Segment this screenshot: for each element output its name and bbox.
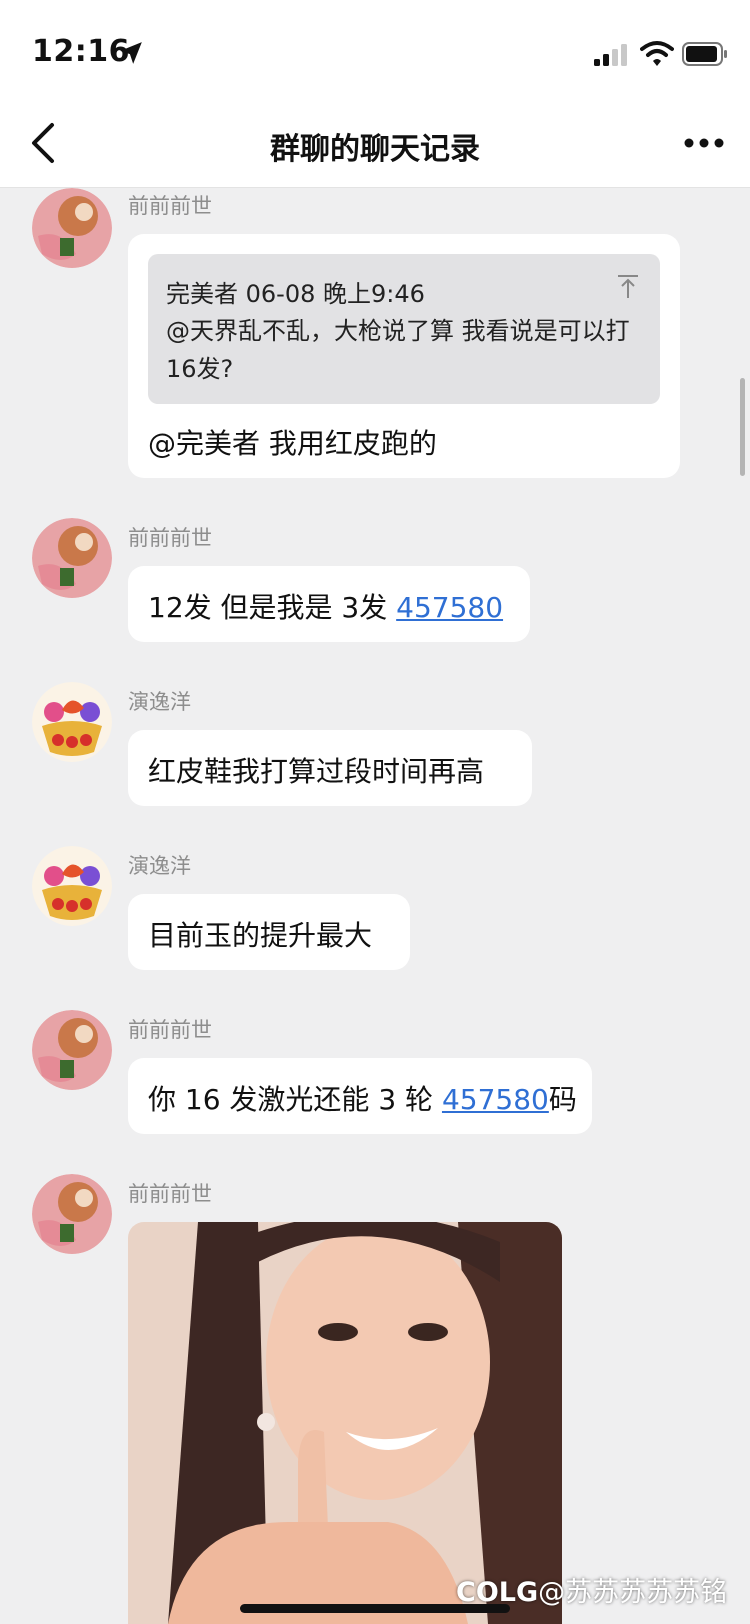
- message-text: 目前玉的提升最大: [148, 919, 373, 952]
- message-text: 你 16 发激光还能 3 轮: [148, 1083, 442, 1116]
- status-time: 12:16: [32, 34, 130, 69]
- sender-name: 前前前世: [128, 1018, 212, 1042]
- message-bubble[interactable]: 完美者 06-08 晚上9:46 @天界乱不乱，大枪说了算 我看说是可以打16发…: [128, 234, 680, 478]
- avatar[interactable]: [32, 1174, 112, 1254]
- location-arrow-icon: [120, 42, 142, 64]
- status-bar: 12:16: [0, 0, 750, 100]
- message-bubble[interactable]: 目前玉的提升最大: [128, 894, 410, 970]
- quoted-message[interactable]: 完美者 06-08 晚上9:46 @天界乱不乱，大枪说了算 我看说是可以打16发…: [148, 254, 660, 404]
- message-suffix: 码: [548, 1083, 577, 1116]
- avatar[interactable]: [32, 846, 112, 926]
- avatar[interactable]: [32, 518, 112, 598]
- quote-text: @天界乱不乱，大枪说了算 我看说是可以打16发?: [166, 317, 630, 383]
- photo-message[interactable]: [128, 1222, 562, 1624]
- home-indicator[interactable]: [240, 1604, 510, 1613]
- avatar[interactable]: [32, 1010, 112, 1090]
- message-link[interactable]: 457580: [396, 591, 503, 624]
- message-link[interactable]: 457580: [442, 1083, 549, 1116]
- message-bubble[interactable]: 12发 但是我是 3发 457580: [128, 566, 530, 642]
- sender-name: 演逸洋: [128, 854, 191, 878]
- sender-name: 前前前世: [128, 194, 212, 218]
- jump-to-original-icon[interactable]: [616, 274, 640, 300]
- page-title: 群聊的聊天记录: [270, 132, 480, 167]
- nav-bar: 群聊的聊天记录: [0, 100, 750, 188]
- sender-name: 前前前世: [128, 526, 212, 550]
- message-text: @完美者 我用红皮跑的: [148, 427, 437, 460]
- quote-header: 完美者 06-08 晚上9:46: [166, 280, 425, 308]
- message-text: 12发 但是我是 3发: [148, 591, 397, 624]
- scrollbar[interactable]: [740, 378, 745, 476]
- message-bubble[interactable]: 红皮鞋我打算过段时间再高: [128, 730, 532, 806]
- sender-name: 前前前世: [128, 1182, 212, 1206]
- avatar[interactable]: [32, 188, 112, 268]
- avatar[interactable]: [32, 682, 112, 762]
- cellular-signal-icon: [594, 44, 627, 66]
- battery-icon: [682, 42, 727, 66]
- wifi-icon: [640, 41, 674, 66]
- message-text: 红皮鞋我打算过段时间再高: [148, 755, 485, 788]
- sender-name: 演逸洋: [128, 690, 191, 714]
- message-bubble[interactable]: 你 16 发激光还能 3 轮 457580码: [128, 1058, 592, 1134]
- more-options-icon[interactable]: [684, 136, 724, 150]
- watermark-handle: @苏苏苏苏苏铭: [538, 1577, 728, 1608]
